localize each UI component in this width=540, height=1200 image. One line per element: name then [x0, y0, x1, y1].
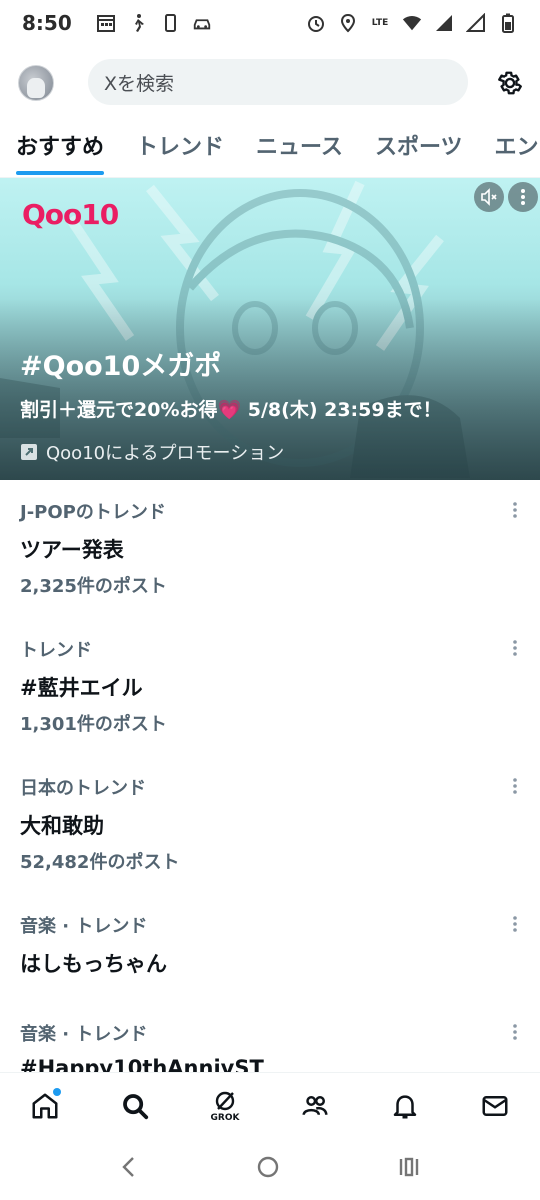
calendar-icon	[96, 13, 116, 33]
trend-post-count: 52,482件のポスト	[20, 852, 180, 873]
tab-sports[interactable]: スポーツ	[359, 128, 479, 176]
more-vertical-icon	[521, 189, 525, 205]
gear-icon[interactable]	[496, 69, 524, 97]
mute-icon	[481, 188, 497, 206]
system-navigation	[0, 1138, 540, 1200]
location-icon	[338, 13, 358, 33]
top-header: Xを検索	[0, 56, 540, 108]
more-vertical-icon[interactable]	[508, 914, 522, 936]
volte-icon: LTE	[371, 17, 389, 28]
trend-item[interactable]: トレンド #藍井エイル 1,301件のポスト	[0, 618, 540, 756]
trend-category: トレンド	[20, 640, 92, 661]
explore-tabs: おすすめ トレンド ニュース スポーツ エン	[0, 128, 540, 178]
tab-trending[interactable]: トレンド	[120, 128, 240, 176]
promoted-trend-card[interactable]: Qoo10 #Qoo10メガポ 割引＋還元で20%お得💗 5/8(木) 23:5…	[0, 178, 540, 480]
trend-post-count: 1,301件のポスト	[20, 714, 167, 735]
status-time: 8:50	[22, 11, 72, 35]
back-icon[interactable]	[119, 1155, 139, 1183]
notifications-icon[interactable]	[383, 1084, 427, 1128]
signal-icon	[434, 13, 454, 33]
mute-button[interactable]	[474, 182, 504, 212]
qoo10-logo: Qoo10	[22, 198, 119, 231]
battery-icon	[498, 13, 518, 33]
trend-category: 音楽 · トレンド	[20, 1024, 148, 1045]
more-vertical-icon[interactable]	[508, 1022, 522, 1044]
trend-name: はしもっちゃん	[20, 952, 167, 976]
notification-dot	[53, 1087, 61, 1096]
wifi-icon	[402, 13, 422, 33]
bottom-navigation: GROK	[0, 1072, 540, 1138]
walking-icon	[128, 13, 148, 33]
tab-entertainment[interactable]: エン	[479, 128, 540, 176]
grok-label: GROK	[210, 1112, 240, 1123]
promoted-icon	[21, 444, 37, 460]
tab-news[interactable]: ニュース	[240, 128, 359, 176]
promo-attribution: Qoo10によるプロモーション	[20, 439, 284, 465]
phone-icon	[160, 13, 180, 33]
more-options-button[interactable]	[508, 182, 538, 212]
search-input[interactable]: Xを検索	[88, 59, 468, 105]
trend-category: 日本のトレンド	[20, 778, 146, 799]
trend-item[interactable]: J-POPのトレンド ツアー発表 2,325件のポスト	[0, 480, 540, 618]
grok-icon[interactable]: GROK	[203, 1084, 247, 1128]
search-icon[interactable]	[113, 1084, 157, 1128]
trend-item[interactable]: 音楽 · トレンド #Happy10thAnnivST	[0, 1002, 540, 1072]
trend-name: #藍井エイル	[20, 676, 143, 700]
trend-category: J-POPのトレンド	[20, 502, 166, 523]
trend-post-count: 2,325件のポスト	[20, 576, 167, 597]
home-circle-icon[interactable]	[256, 1155, 280, 1183]
promoted-by-label: Qoo10によるプロモーション	[46, 443, 285, 464]
alarm-icon	[306, 13, 326, 33]
status-bar: 8:50 LTE	[0, 0, 540, 46]
trend-name: #Happy10thAnnivST	[20, 1056, 264, 1072]
messages-icon[interactable]	[473, 1084, 517, 1128]
car-icon	[192, 13, 212, 33]
more-vertical-icon[interactable]	[508, 500, 522, 522]
communities-icon[interactable]	[293, 1084, 337, 1128]
recents-icon[interactable]	[397, 1155, 421, 1183]
trend-name: 大和敢助	[20, 814, 104, 838]
tab-recommended[interactable]: おすすめ	[0, 128, 120, 176]
signal-2-icon	[466, 13, 486, 33]
more-vertical-icon[interactable]	[508, 776, 522, 798]
promo-title: #Qoo10メガポ	[20, 351, 222, 382]
promo-subtitle: 割引＋還元で20%お得💗 5/8(木) 23:59まで！	[20, 399, 442, 421]
trend-name: ツアー発表	[20, 538, 124, 562]
trend-category: 音楽 · トレンド	[20, 916, 148, 937]
home-icon[interactable]	[23, 1084, 67, 1128]
avatar[interactable]	[18, 65, 54, 101]
more-vertical-icon[interactable]	[508, 638, 522, 660]
trend-item[interactable]: 日本のトレンド 大和敢助 52,482件のポスト	[0, 756, 540, 894]
search-placeholder: Xを検索	[104, 72, 175, 95]
trend-item[interactable]: 音楽 · トレンド はしもっちゃん	[0, 894, 540, 1006]
